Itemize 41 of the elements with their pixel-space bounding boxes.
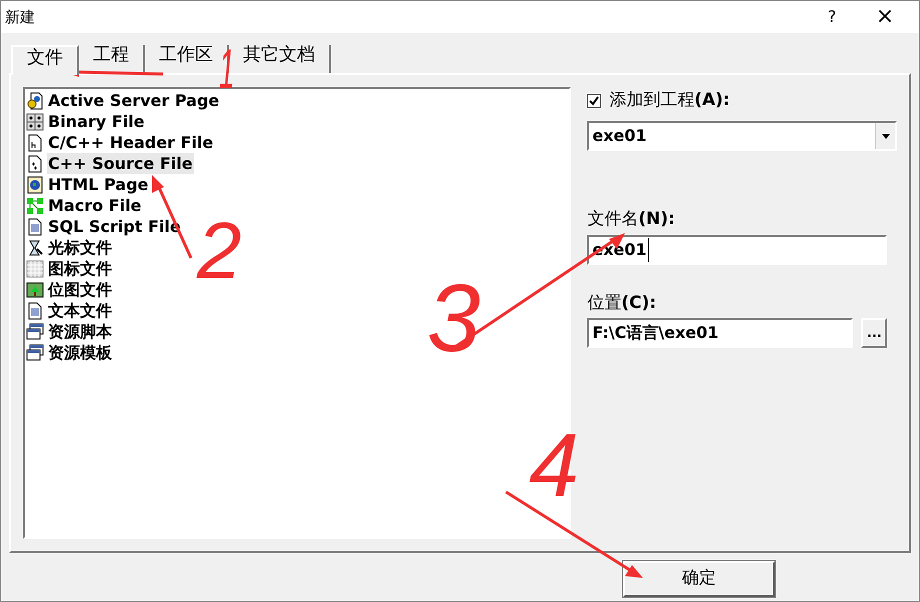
list-item[interactable]: Binary File bbox=[47, 111, 146, 132]
tab[interactable]: 文件 bbox=[11, 45, 79, 75]
list-item[interactable]: 位图文件 bbox=[47, 279, 113, 300]
list-item[interactable]: C/C++ Header File bbox=[47, 132, 214, 153]
annotation-number: 3 bbox=[427, 271, 480, 367]
network-icon bbox=[26, 196, 44, 214]
document-icon bbox=[26, 302, 44, 320]
list-item[interactable]: Active Server Page bbox=[47, 90, 220, 111]
help-button[interactable]: ? bbox=[809, 5, 855, 29]
location-field[interactable]: F:\C语言\exe01 bbox=[587, 318, 854, 348]
list-item[interactable]: 资源模板 bbox=[47, 342, 113, 363]
list-item[interactable]: Macro File bbox=[47, 195, 142, 216]
browse-button[interactable]: ... bbox=[861, 318, 888, 348]
close-button[interactable]: × bbox=[855, 6, 915, 28]
project-dropdown[interactable]: exe01 bbox=[587, 121, 897, 151]
list-item[interactable]: 图标文件 bbox=[47, 258, 113, 279]
window-stack-icon bbox=[26, 344, 44, 362]
tree-image-icon bbox=[26, 280, 44, 298]
dropdown-value: exe01 bbox=[591, 125, 648, 147]
field-value: F:\C语言\exe01 bbox=[592, 322, 719, 344]
globe-page-icon bbox=[26, 176, 44, 194]
field-label: 文件名(N): bbox=[587, 209, 675, 229]
annotation-number: 4 bbox=[529, 421, 580, 511]
document-icon bbox=[26, 218, 44, 236]
grid-page-icon bbox=[26, 260, 44, 278]
list-item[interactable]: 资源脚本 bbox=[47, 321, 113, 342]
window-title: 新建 bbox=[5, 6, 36, 28]
field-label: 位置(C): bbox=[587, 292, 656, 312]
window-stack-icon bbox=[26, 322, 44, 340]
ok-button[interactable]: 确定 bbox=[623, 561, 775, 597]
list-item[interactable]: HTML Page bbox=[47, 174, 150, 195]
list-item[interactable]: C++ Source File bbox=[47, 153, 194, 174]
annotation-number: 2 bbox=[197, 211, 242, 291]
document-icon bbox=[26, 154, 44, 172]
checkbox[interactable] bbox=[587, 94, 602, 108]
binary-icon bbox=[26, 112, 44, 130]
list-item[interactable]: 光标文件 bbox=[47, 237, 113, 258]
list-item[interactable]: 文本文件 bbox=[47, 300, 113, 321]
checkbox-label: 添加到工程(A): bbox=[609, 89, 730, 112]
tab[interactable]: 工程 bbox=[79, 45, 145, 73]
document-icon bbox=[26, 134, 44, 152]
